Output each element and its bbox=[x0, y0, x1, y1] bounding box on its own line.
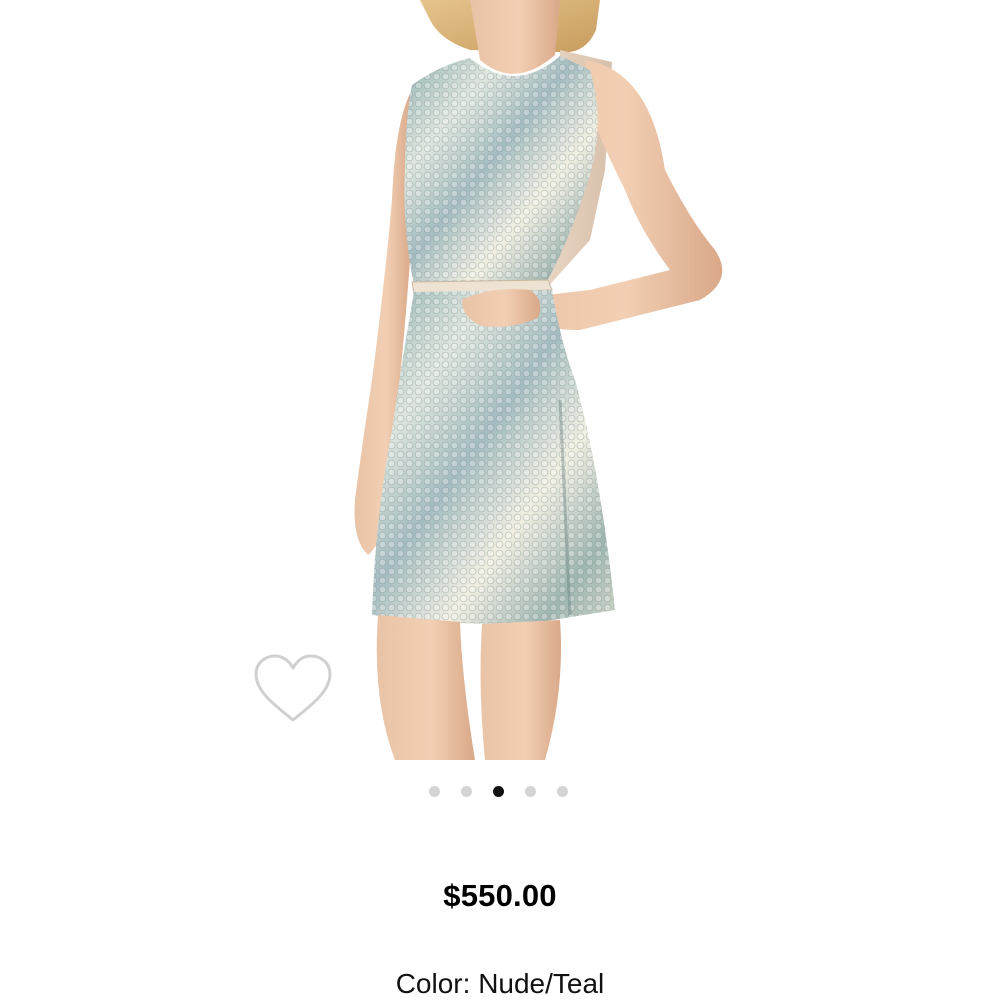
carousel-dot-4[interactable] bbox=[524, 786, 536, 797]
color-value: Nude/Teal bbox=[478, 968, 605, 999]
heart-outline-icon bbox=[254, 654, 332, 722]
favorite-button[interactable] bbox=[246, 648, 340, 730]
carousel-dot-3-active[interactable] bbox=[492, 786, 504, 797]
carousel-dot-2[interactable] bbox=[460, 786, 472, 797]
product-photo bbox=[354, 0, 723, 760]
product-color: Color: Nude/Teal bbox=[0, 968, 1000, 1000]
product-price: $550.00 bbox=[443, 878, 557, 913]
carousel-dot-1[interactable] bbox=[428, 786, 440, 797]
color-label: Color: bbox=[395, 968, 471, 999]
product-image[interactable] bbox=[0, 0, 1000, 760]
carousel-dots bbox=[0, 786, 998, 800]
carousel-dot-5[interactable] bbox=[556, 786, 568, 797]
